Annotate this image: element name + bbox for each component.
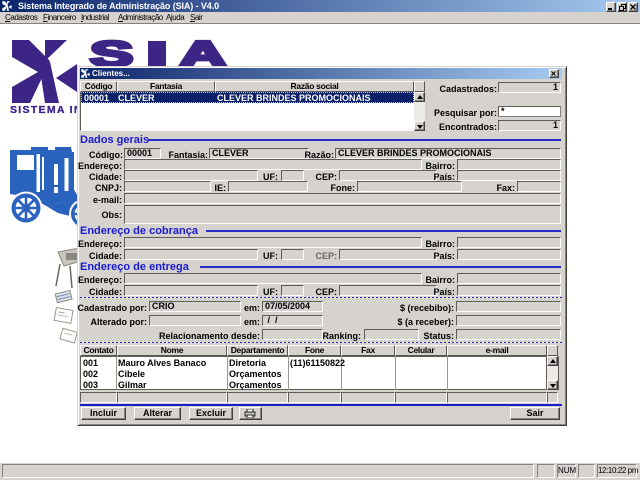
svg-text:A: A: [180, 35, 227, 68]
svg-text:S: S: [90, 35, 133, 68]
